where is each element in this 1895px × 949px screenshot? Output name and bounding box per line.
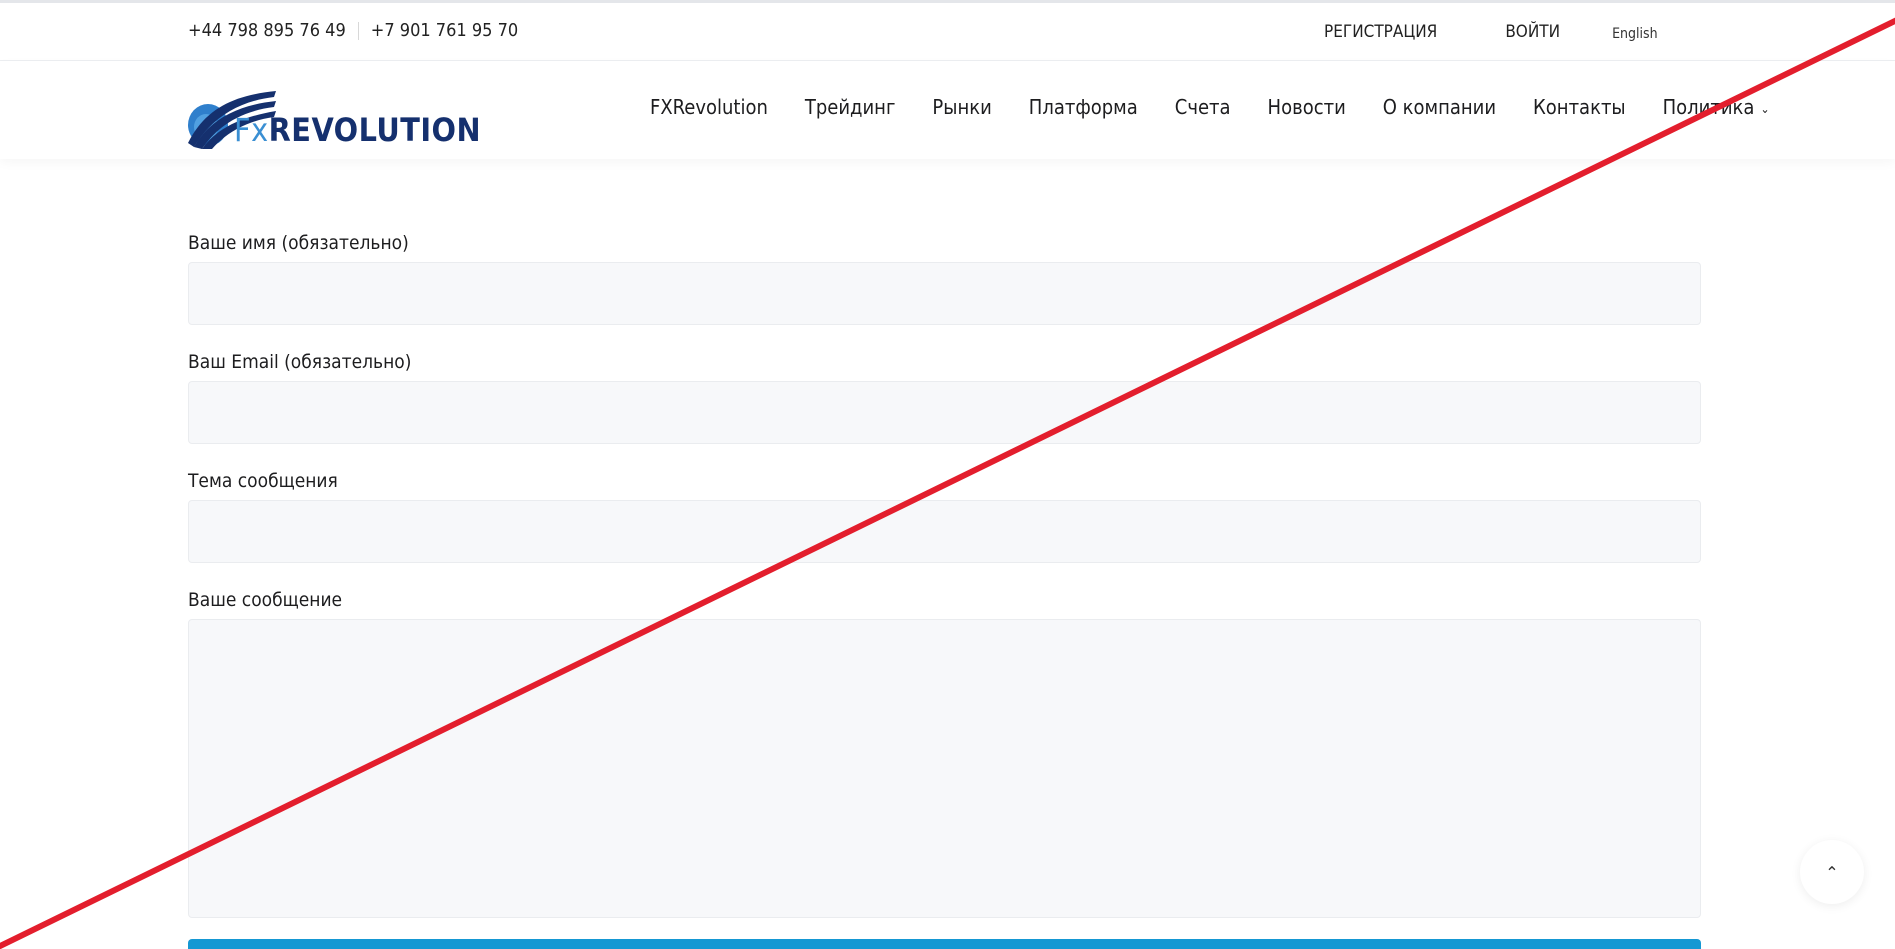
phone-numbers: +44 798 895 76 49 +7 901 761 95 70 (188, 20, 518, 41)
name-input[interactable] (188, 262, 1701, 325)
main-nav: FXRevolution Трейдинг Рынки Платформа Сч… (650, 95, 1769, 119)
logo-text: FxREVOLUTION (234, 111, 482, 149)
phone-link-ru[interactable]: +7 901 761 95 70 (371, 20, 518, 41)
page: +44 798 895 76 49 +7 901 761 95 70 РЕГИС… (0, 0, 1895, 949)
name-label: Ваше имя (обязательно) (188, 232, 409, 254)
submit-button[interactable] (188, 939, 1701, 949)
language-switcher[interactable]: English (1612, 26, 1658, 42)
message-textarea[interactable] (188, 619, 1701, 918)
phone-divider (357, 21, 359, 40)
nav-item-news[interactable]: Новости (1268, 95, 1346, 119)
nav-item-markets[interactable]: Рынки (932, 95, 991, 119)
nav-item-fxrevolution[interactable]: FXRevolution (650, 95, 768, 119)
contact-form: Ваше имя (обязательно) Ваш Email (обязат… (188, 232, 1701, 918)
message-label: Ваше сообщение (188, 589, 343, 611)
login-link[interactable]: ВОЙТИ (1505, 22, 1560, 42)
subject-label: Тема сообщения (188, 470, 338, 492)
top-links: РЕГИСТРАЦИЯ ВОЙТИ English (1324, 22, 1658, 42)
main-header: FxREVOLUTION FXRevolution Трейдинг Рынки… (0, 61, 1895, 159)
nav-item-contacts[interactable]: Контакты (1533, 95, 1626, 119)
site-logo[interactable]: FxREVOLUTION (186, 87, 481, 151)
nav-item-trading[interactable]: Трейдинг (805, 95, 896, 119)
top-bar: +44 798 895 76 49 +7 901 761 95 70 РЕГИС… (0, 0, 1895, 61)
nav-item-policy[interactable]: Политика ⌄ (1663, 95, 1770, 119)
register-link[interactable]: РЕГИСТРАЦИЯ (1324, 22, 1437, 42)
scroll-top-button[interactable]: ⌃ (1800, 840, 1864, 904)
subject-input[interactable] (188, 500, 1701, 563)
phone-link-uk[interactable]: +44 798 895 76 49 (188, 20, 346, 41)
nav-item-policy-label: Политика (1662, 95, 1755, 119)
nav-item-accounts[interactable]: Счета (1175, 95, 1231, 119)
email-label: Ваш Email (обязательно) (188, 351, 412, 373)
chevron-up-icon: ⌃ (1825, 862, 1839, 882)
chevron-down-icon: ⌄ (1760, 102, 1770, 116)
nav-item-platform[interactable]: Платформа (1029, 95, 1138, 119)
nav-item-about[interactable]: О компании (1383, 95, 1496, 119)
email-input[interactable] (188, 381, 1701, 444)
